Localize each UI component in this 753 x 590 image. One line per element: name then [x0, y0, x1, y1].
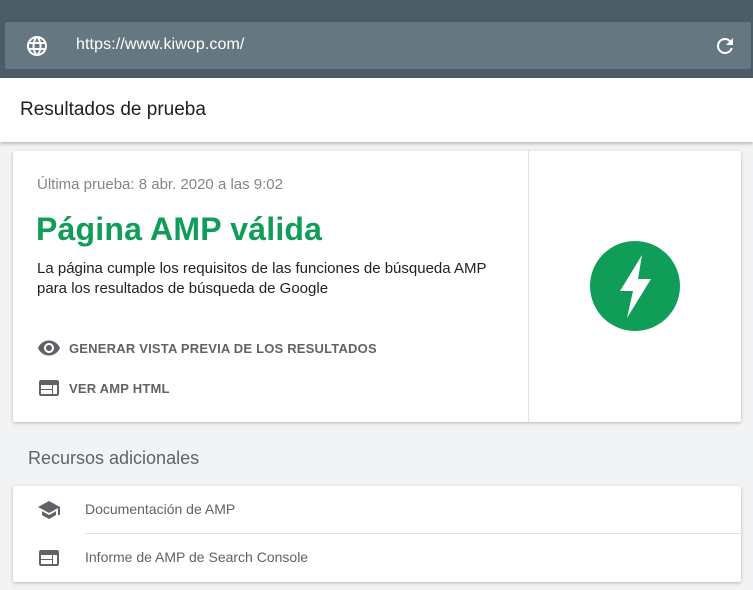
list-item[interactable]: Informe de AMP de Search Console — [13, 534, 741, 581]
resources-list: Documentación de AMP Informe de AMP de S… — [13, 486, 741, 582]
preview-results-button[interactable]: GENERAR VISTA PREVIA DE LOS RESULTADOS — [37, 336, 377, 360]
status-title: Página AMP válida — [36, 211, 323, 247]
eye-icon — [38, 340, 60, 356]
result-visual — [529, 151, 741, 422]
view-amp-html-label: VER AMP HTML — [69, 380, 170, 396]
web-page-icon — [39, 550, 59, 566]
globe-icon — [27, 36, 47, 56]
address-bar[interactable]: https://www.kiwop.com/ — [5, 22, 751, 69]
view-amp-html-button[interactable]: VER AMP HTML — [37, 376, 170, 400]
additional-resources-title: Recursos adicionales — [28, 448, 200, 468]
refresh-icon[interactable] — [713, 34, 737, 58]
last-test-timestamp: Última prueba: 8 abr. 2020 a las 9:02 — [37, 176, 283, 193]
test-result-card: Última prueba: 8 abr. 2020 a las 9:02 Pá… — [13, 151, 741, 422]
list-item[interactable]: Documentación de AMP — [13, 486, 741, 534]
browser-toolbar: https://www.kiwop.com/ — [0, 0, 753, 78]
web-page-icon — [39, 380, 59, 396]
page-title: Resultados de prueba — [20, 99, 206, 120]
url-text[interactable]: https://www.kiwop.com/ — [76, 36, 244, 54]
result-summary: Última prueba: 8 abr. 2020 a las 9:02 Pá… — [13, 151, 529, 422]
status-description: La página cumple los requisitos de las f… — [37, 260, 487, 297]
results-header: Resultados de prueba — [0, 78, 753, 142]
preview-results-label: GENERAR VISTA PREVIA DE LOS RESULTADOS — [69, 340, 377, 356]
amp-lightning-icon — [590, 241, 680, 331]
amp-docs-link[interactable]: Documentación de AMP — [85, 501, 235, 517]
school-icon — [38, 501, 60, 519]
search-console-report-link[interactable]: Informe de AMP de Search Console — [85, 549, 308, 565]
